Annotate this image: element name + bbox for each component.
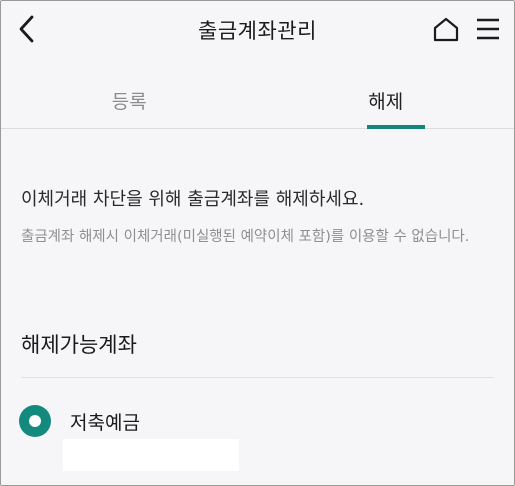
tab-bar: 등록 해제 — [1, 71, 514, 129]
app-header: 출금계좌관리 — [1, 1, 514, 59]
radio-dot — [29, 415, 41, 427]
menu-button[interactable] — [473, 15, 503, 43]
hamburger-menu-icon — [477, 18, 499, 40]
active-tab-indicator — [367, 125, 425, 129]
notice-text: 출금계좌 해제시 이체거래(미실행된 예약이체 포함)를 이용할 수 없습니다. — [21, 229, 470, 245]
account-name: 저축예금 — [70, 411, 140, 434]
instruction-text: 이체거래 차단을 위해 출금계좌를 해제하세요. — [21, 189, 365, 210]
section-divider — [21, 377, 494, 378]
screen-frame: 출금계좌관리 등록 해제 이체거래 차단을 위해 출금계좌를 해제하세요. 출금… — [0, 0, 515, 486]
masked-account-number — [63, 439, 239, 471]
account-option[interactable]: 저축예금 — [19, 403, 140, 439]
tab-cancel[interactable]: 해제 — [258, 71, 515, 129]
radio-selected-icon[interactable] — [19, 405, 51, 437]
tab-register[interactable]: 등록 — [1, 71, 258, 129]
section-title: 해제가능계좌 — [21, 333, 137, 357]
home-icon — [433, 17, 459, 42]
home-button[interactable] — [431, 15, 461, 43]
